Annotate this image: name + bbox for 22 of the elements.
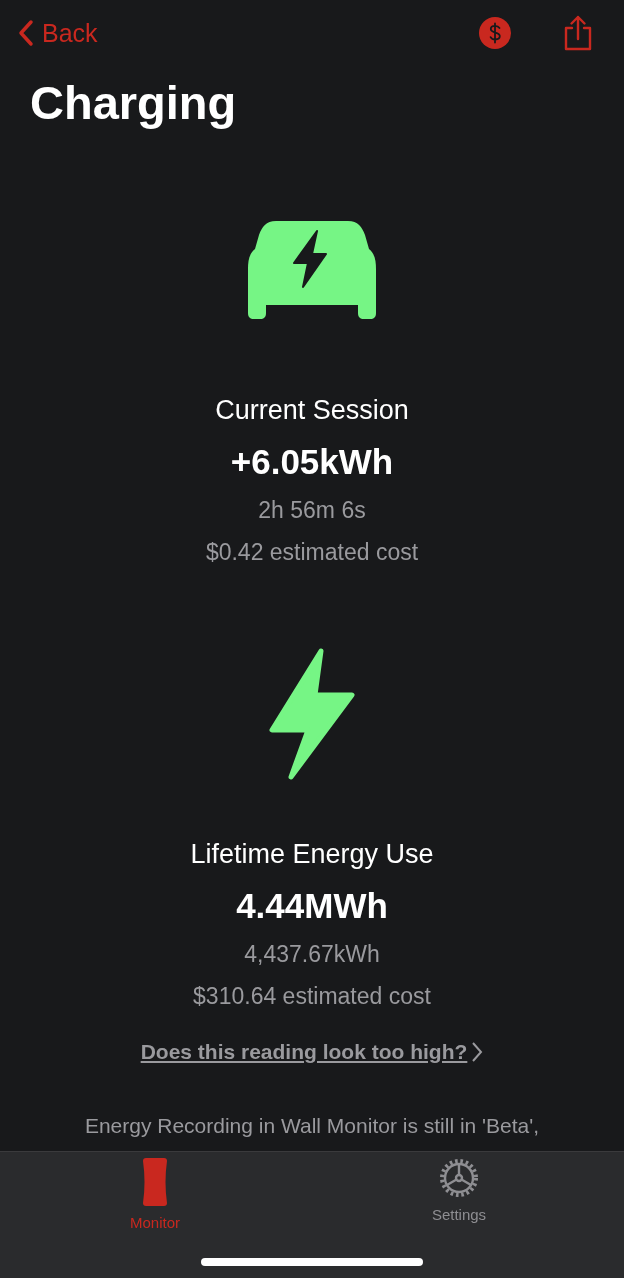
beta-note: Energy Recording in Wall Monitor is still in 'Beta', [83,1114,541,1138]
tab[interactable]: Settings [374,1152,544,1231]
dollar-icon[interactable] [478,16,512,50]
share-icon[interactable] [562,15,594,51]
wall-charger-icon [143,1158,167,1206]
settings-icon [439,1158,479,1198]
back-button[interactable]: Back [18,18,98,48]
energy-value: 4.44MWh [236,886,388,926]
cost-text: $0.42 estimated cost [205,538,419,566]
detail-text: 2h 56m 6s [258,496,366,524]
car-charging-icon [248,221,376,319]
tab[interactable]: Monitor [70,1152,240,1231]
lightning-bolt-icon [269,648,355,780]
detail-text: 4,437.67kWh [244,940,380,968]
cost-text: $310.64 estimated cost [193,982,431,1010]
chevron-left-icon [18,19,34,47]
section-heading: Current Session [215,394,409,426]
page-title: Charging [30,75,238,131]
section-heading: Lifetime Energy Use [190,838,434,870]
chevron-right-icon [471,1041,484,1063]
energy-value: +6.05kWh [230,442,394,482]
help-link[interactable]: Does this reading look too high? [140,1040,484,1064]
